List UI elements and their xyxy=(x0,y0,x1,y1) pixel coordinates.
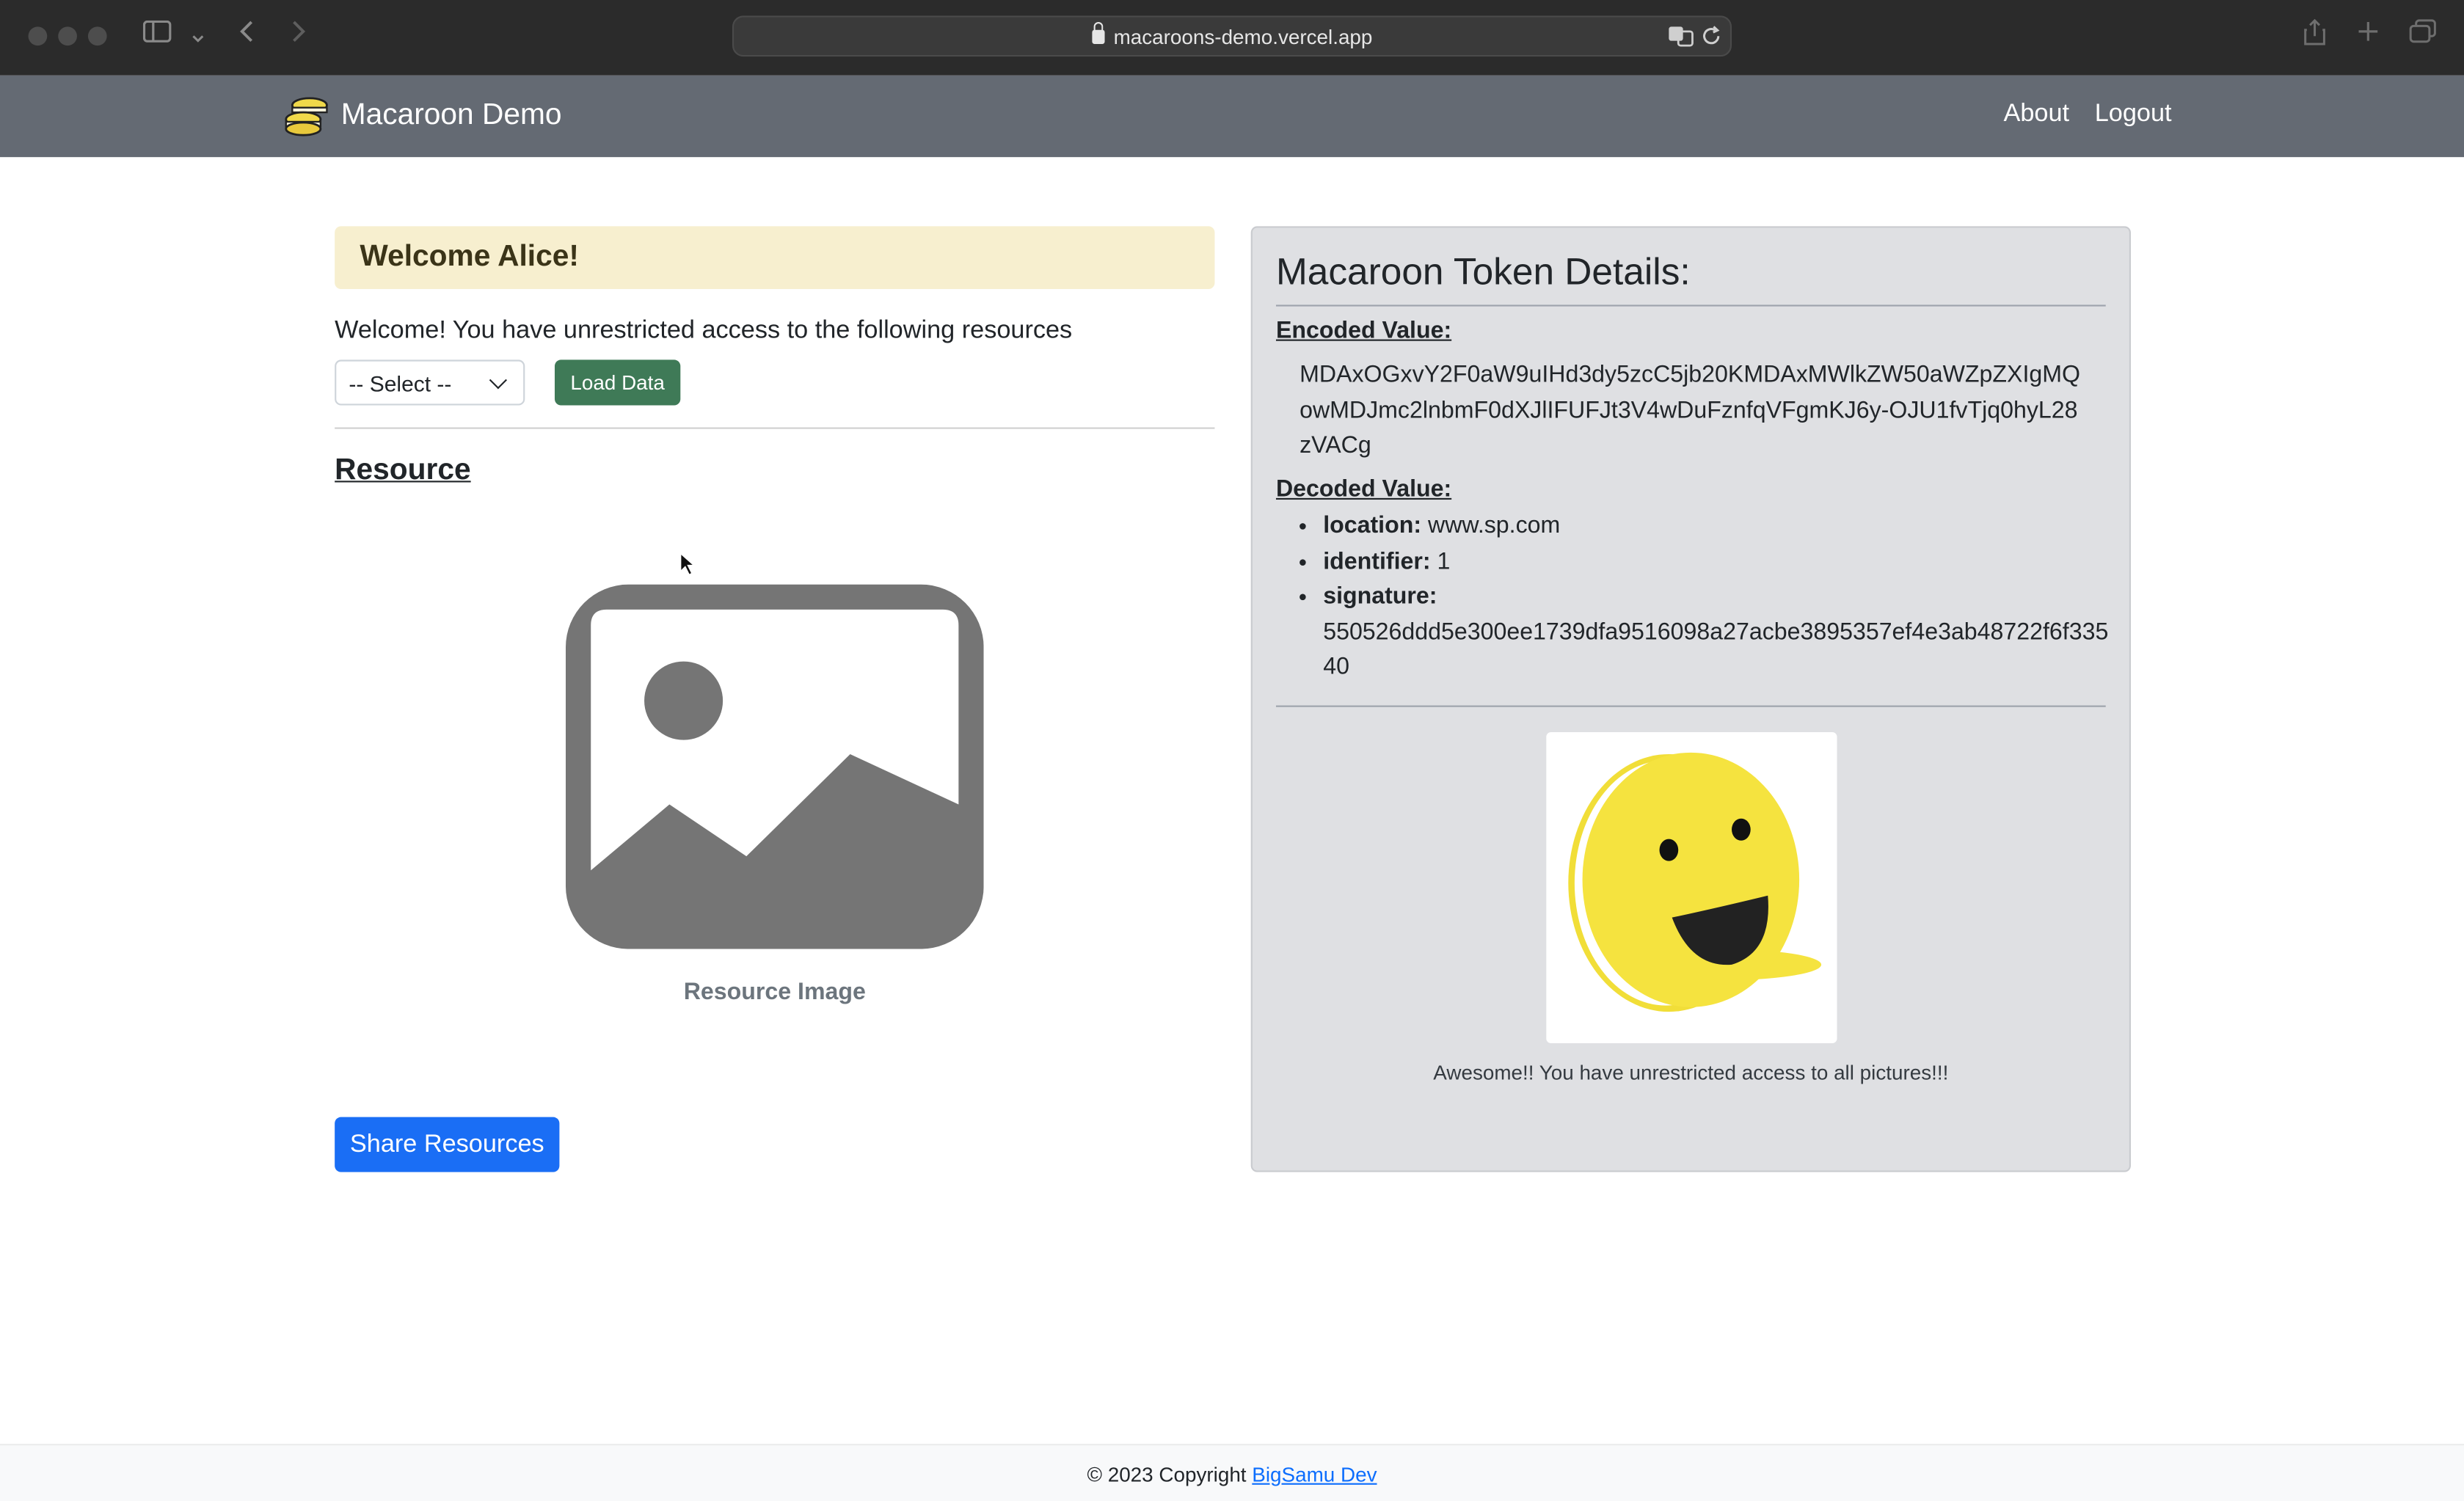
welcome-alert: Welcome Alice! xyxy=(335,226,1215,290)
smiley-face-icon xyxy=(1568,752,1822,1012)
signature-label: signature: xyxy=(1323,582,1437,610)
footer: © 2023 Copyright BigSamu Dev xyxy=(0,1444,2464,1501)
resource-select[interactable]: -- Select -- xyxy=(335,359,525,406)
location-label: location: xyxy=(1323,512,1422,539)
resource-image-caption: Resource Image xyxy=(683,979,866,1006)
welcome-heading: Welcome Alice! xyxy=(360,240,579,274)
new-tab-icon[interactable] xyxy=(2355,19,2380,55)
nav-logout[interactable]: Logout xyxy=(2095,101,2172,129)
load-data-button[interactable]: Load Data xyxy=(554,359,681,406)
site-navbar: Macaroon Demo About Logout xyxy=(0,75,2464,158)
encoded-value: MDAxOGxvY2F0aW9uIHd3dy5zcC5jb20KMDAxMWlk… xyxy=(1300,361,2080,459)
location-value: www.sp.com xyxy=(1427,512,1561,539)
browser-toolbar: macaroons-demo.vercel.app xyxy=(0,0,2464,76)
nav-about[interactable]: About xyxy=(2004,101,2070,129)
tab-overview-icon[interactable] xyxy=(2409,19,2438,55)
copyright-text: © 2023 Copyright xyxy=(1087,1462,1247,1486)
decoded-list: location: www.sp.com identifier: 1 signa… xyxy=(1323,509,2109,686)
share-resources-button[interactable]: Share Resources xyxy=(335,1117,560,1172)
token-title: Macaroon Token Details: xyxy=(1275,251,1691,294)
macaroon-logo-icon xyxy=(285,97,328,136)
decoded-location: location: www.sp.com xyxy=(1323,509,2109,544)
divider xyxy=(1275,304,2106,307)
back-icon[interactable] xyxy=(237,19,256,55)
intro-text: Welcome! You have unrestricted access to… xyxy=(335,317,1073,345)
zoom-window-button[interactable] xyxy=(87,26,107,46)
access-picture xyxy=(1546,731,1837,1044)
decoded-signature: signature: 550526ddd5e300ee1739dfa9516098… xyxy=(1323,580,2109,686)
mouse-cursor-icon xyxy=(679,551,697,577)
decoded-label: Decoded Value: xyxy=(1275,475,1452,503)
translate-icon[interactable] xyxy=(1667,25,1696,55)
image-placeholder-icon xyxy=(565,584,984,949)
minimize-window-button[interactable] xyxy=(58,26,77,46)
divider xyxy=(1275,705,2106,707)
encoded-label: Encoded Value: xyxy=(1275,317,1452,345)
forward-icon[interactable] xyxy=(289,19,308,55)
reload-icon[interactable] xyxy=(1700,25,1722,55)
brand-link[interactable]: Macaroon Demo xyxy=(283,96,562,137)
footer-author-link[interactable]: BigSamu Dev xyxy=(1252,1463,1377,1486)
identifier-label: identifier: xyxy=(1323,547,1431,574)
signature-value: 550526ddd5e300ee1739dfa9516098a27acbe389… xyxy=(1323,618,2109,681)
lock-icon xyxy=(1091,21,1104,44)
address-bar[interactable]: macaroons-demo.vercel.app xyxy=(732,15,1732,57)
chevron-down-icon[interactable] xyxy=(190,22,205,56)
url-text: macaroons-demo.vercel.app xyxy=(1113,25,1373,49)
close-window-button[interactable] xyxy=(28,26,48,46)
token-details-panel: Macaroon Token Details: Encoded Value: M… xyxy=(1250,226,2131,1172)
share-icon[interactable] xyxy=(2302,18,2327,59)
sidebar-toggle-icon[interactable] xyxy=(142,19,172,54)
identifier-value: 1 xyxy=(1437,547,1451,574)
decoded-identifier: identifier: 1 xyxy=(1323,544,2109,580)
chevron-down-icon xyxy=(489,371,507,390)
brand-name: Macaroon Demo xyxy=(340,98,562,132)
select-value: -- Select -- xyxy=(349,370,452,396)
divider xyxy=(335,427,1215,429)
resource-title: Resource xyxy=(335,453,471,487)
access-caption: Awesome!! You have unrestricted access t… xyxy=(1433,1060,1949,1084)
